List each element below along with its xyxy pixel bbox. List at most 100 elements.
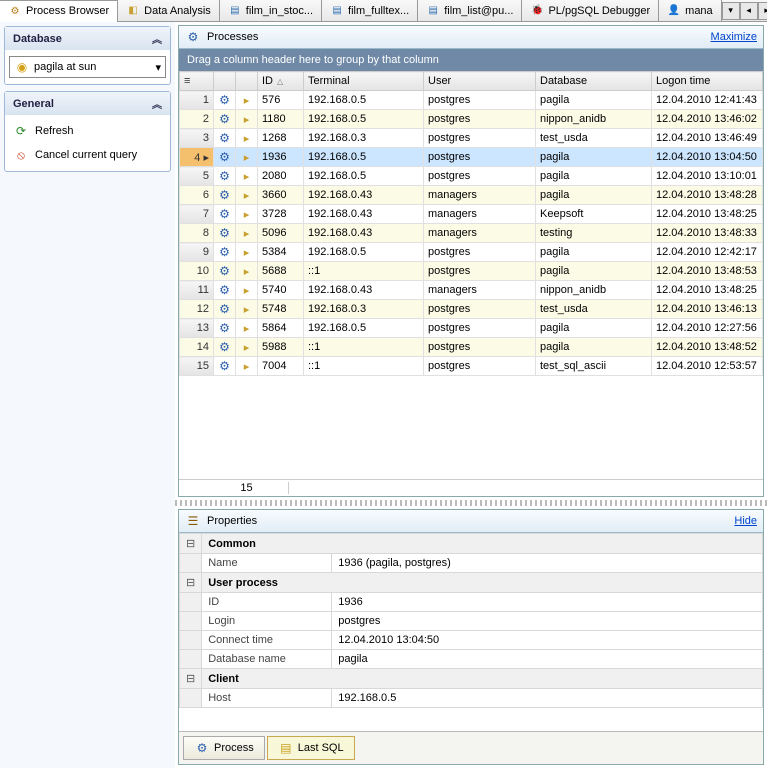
cell-user: postgres	[424, 148, 536, 167]
process-icon: ▸	[236, 205, 258, 224]
table-row[interactable]: 12⚙▸5748192.168.0.3postgrestest_usda12.0…	[180, 300, 763, 319]
expand-icon[interactable]: ⊟	[180, 573, 202, 593]
properties-panel: ☰ Properties Hide ⊟CommonName1936 (pagil…	[178, 509, 764, 765]
gear-icon: ⚙	[194, 740, 210, 756]
terminal-column-header[interactable]: Terminal	[304, 72, 424, 91]
tab-5[interactable]: 🐞PL/pgSQL Debugger	[522, 0, 659, 22]
gear-icon: ⚙	[214, 148, 236, 167]
table-row[interactable]: 14⚙▸5988::1postgrespagila12.04.2010 13:4…	[180, 338, 763, 357]
process-icon: ▸	[236, 110, 258, 129]
table-row[interactable]: 6⚙▸3660192.168.0.43managerspagila12.04.2…	[180, 186, 763, 205]
property-name: Connect time	[202, 631, 332, 650]
user-column-header[interactable]: User	[424, 72, 536, 91]
tab-3[interactable]: ▤film_fulltex...	[322, 0, 418, 22]
last-sql-tab[interactable]: ▤ Last SQL	[267, 736, 355, 760]
database-select[interactable]: ◉ pagila at sun ▾	[9, 56, 166, 78]
cell-database: pagila	[536, 148, 652, 167]
database-column-header[interactable]: Database	[536, 72, 652, 91]
id-column-header[interactable]: ID△	[258, 72, 304, 91]
database-panel-title: Database	[13, 33, 62, 45]
row-number: 8	[180, 224, 214, 243]
tab-6[interactable]: 👤mana	[659, 0, 722, 22]
cell-user: postgres	[424, 300, 536, 319]
cell-terminal: ::1	[304, 357, 424, 376]
table-row[interactable]: 3⚙▸1268192.168.0.3postgrestest_usda12.04…	[180, 129, 763, 148]
cell-database: nippon_anidb	[536, 281, 652, 300]
table-row[interactable]: 2⚙▸1180192.168.0.5postgresnippon_anidb12…	[180, 110, 763, 129]
tab-label: film_in_stoc...	[246, 5, 313, 17]
tab-label: film_fulltex...	[348, 5, 409, 17]
gear-icon: ⚙	[214, 319, 236, 338]
row-number-header[interactable]: ≡	[180, 72, 214, 91]
process-grid[interactable]: ≡ ID△ Terminal User Database Logon time …	[179, 71, 763, 479]
process-icon: ▸	[236, 167, 258, 186]
tab-next-button[interactable]: ▸	[758, 2, 767, 20]
property-group[interactable]: User process	[202, 573, 763, 593]
cell-terminal: 192.168.0.5	[304, 148, 424, 167]
table-row[interactable]: 9⚙▸5384192.168.0.5postgrespagila12.04.20…	[180, 243, 763, 262]
cell-logon: 12.04.2010 13:46:49	[652, 129, 763, 148]
tab-label: film_list@pu...	[444, 5, 513, 17]
cell-id: 5096	[258, 224, 304, 243]
expand-icon[interactable]: ⊟	[180, 669, 202, 689]
cell-logon: 12.04.2010 13:48:25	[652, 205, 763, 224]
table-row[interactable]: 4 ▸⚙▸1936192.168.0.5postgrespagila12.04.…	[180, 148, 763, 167]
processes-title: Processes	[207, 31, 258, 43]
process-icon: ▸	[236, 281, 258, 300]
table-row[interactable]: 15⚙▸7004::1postgrestest_sql_ascii12.04.2…	[180, 357, 763, 376]
grid-header-row: ≡ ID△ Terminal User Database Logon time	[180, 72, 763, 91]
cell-id: 3660	[258, 186, 304, 205]
cell-id: 5384	[258, 243, 304, 262]
icon-column-header[interactable]	[236, 72, 258, 91]
cell-terminal: 192.168.0.5	[304, 91, 424, 110]
process-icon: ▸	[236, 262, 258, 281]
gear-icon: ⚙	[214, 167, 236, 186]
gear-column-header[interactable]	[214, 72, 236, 91]
table-row[interactable]: 11⚙▸5740192.168.0.43managersnippon_anidb…	[180, 281, 763, 300]
expand-icon[interactable]: ⊟	[180, 534, 202, 554]
table-row[interactable]: 8⚙▸5096192.168.0.43managerstesting12.04.…	[180, 224, 763, 243]
cell-id: 1268	[258, 129, 304, 148]
sort-asc-icon: △	[277, 77, 283, 86]
cell-id: 1936	[258, 148, 304, 167]
process-icon: ▸	[236, 357, 258, 376]
cell-id: 1180	[258, 110, 304, 129]
horizontal-splitter[interactable]	[175, 500, 767, 506]
tab-prev-button[interactable]: ◂	[740, 2, 758, 20]
refresh-action[interactable]: ⟳ Refresh	[9, 121, 166, 141]
tab-label: Process Browser	[26, 5, 109, 17]
tab-0[interactable]: ⚙Process Browser	[0, 0, 118, 22]
tab-1[interactable]: ◧Data Analysis	[118, 0, 220, 22]
process-tab[interactable]: ⚙ Process	[183, 736, 265, 760]
maximize-link[interactable]: Maximize	[711, 31, 757, 43]
row-number: 10	[180, 262, 214, 281]
tab-4[interactable]: ▤film_list@pu...	[418, 0, 522, 22]
tab-bar: ⚙Process Browser◧Data Analysis▤film_in_s…	[0, 0, 767, 22]
property-group[interactable]: Common	[202, 534, 763, 554]
database-panel-header[interactable]: Database ︽	[5, 27, 170, 50]
hide-link[interactable]: Hide	[734, 515, 757, 527]
table-row[interactable]: 13⚙▸5864192.168.0.5postgrespagila12.04.2…	[180, 319, 763, 338]
cell-database: pagila	[536, 319, 652, 338]
logon-time-column-header[interactable]: Logon time	[652, 72, 763, 91]
row-number: 6	[180, 186, 214, 205]
cancel-query-action[interactable]: ⦸ Cancel current query	[9, 145, 166, 165]
gear-icon: ⚙	[214, 338, 236, 357]
table-row[interactable]: 5⚙▸2080192.168.0.5postgrespagila12.04.20…	[180, 167, 763, 186]
process-icon: ▸	[236, 224, 258, 243]
dropdown-icon: ▾	[155, 61, 161, 74]
table-row[interactable]: 1⚙▸576192.168.0.5postgrespagila12.04.201…	[180, 91, 763, 110]
table-row[interactable]: 10⚙▸5688::1postgrespagila12.04.2010 13:4…	[180, 262, 763, 281]
group-by-bar[interactable]: Drag a column header here to group by th…	[179, 49, 763, 71]
general-panel-header[interactable]: General ︽	[5, 92, 170, 115]
chevron-up-icon: ︽	[152, 96, 162, 111]
table-row[interactable]: 7⚙▸3728192.168.0.43managersKeepsoft12.04…	[180, 205, 763, 224]
gear-icon: ⚙	[214, 110, 236, 129]
cell-user: postgres	[424, 338, 536, 357]
property-group[interactable]: Client	[202, 669, 763, 689]
tab-2[interactable]: ▤film_in_stoc...	[220, 0, 322, 22]
tab-dropdown-button[interactable]: ▾	[722, 2, 740, 20]
property-name: Host	[202, 689, 332, 708]
cell-terminal: 192.168.0.5	[304, 319, 424, 338]
cell-id: 7004	[258, 357, 304, 376]
